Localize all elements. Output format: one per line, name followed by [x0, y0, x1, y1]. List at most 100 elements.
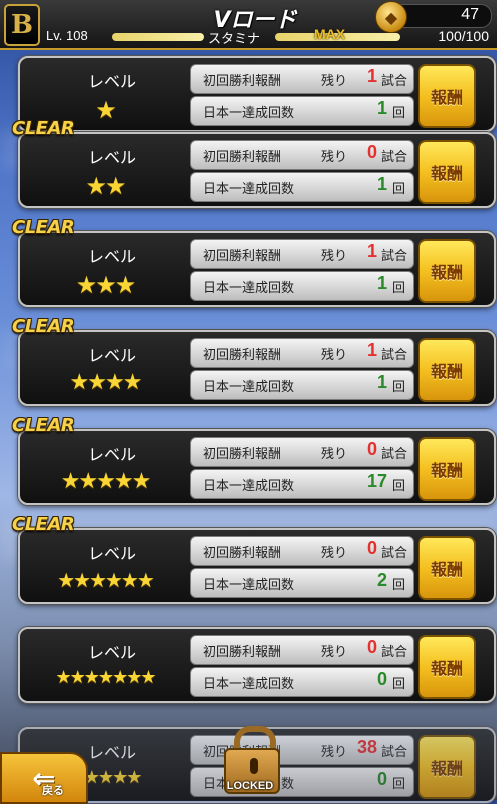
- clear-badge: CLEAR: [12, 118, 75, 139]
- team-logo: B: [4, 4, 40, 46]
- games-unit: 試合: [380, 249, 407, 264]
- stamina-value: 100/100: [438, 28, 489, 44]
- achievement-count: 0: [376, 769, 387, 789]
- remaining-games: 0: [366, 439, 377, 459]
- japan-champ-label: 日本一達成回数: [203, 578, 295, 593]
- first-win-reward-row: 初回勝利報酬 残り 0 試合: [190, 635, 414, 665]
- reward-button[interactable]: 報酬: [418, 64, 476, 128]
- remaining-label: 残り: [321, 150, 348, 165]
- player-level: Lv. 108: [46, 28, 88, 43]
- japan-champ-label: 日本一達成回数: [203, 106, 295, 121]
- remaining-label: 残り: [321, 447, 348, 462]
- locked-label: LOCKED: [226, 780, 274, 792]
- level-label: レベル: [88, 247, 137, 266]
- reward-button[interactable]: 報酬: [418, 338, 476, 402]
- japan-champ-row: 日本一達成回数 1 回: [190, 96, 414, 126]
- first-win-reward-row: 初回勝利報酬 残り 1 試合: [190, 338, 414, 368]
- achievement-count: 0: [376, 669, 387, 689]
- back-button[interactable]: ⇐ 戻る: [0, 752, 88, 804]
- level-label: レベル: [88, 72, 137, 91]
- stamina-max-label: MAX: [314, 26, 346, 42]
- coin-counter[interactable]: ◆ 47: [375, 1, 492, 33]
- level-label: レベル: [88, 643, 137, 662]
- lock-icon: LOCKED: [218, 726, 282, 800]
- achievement-count: 1: [376, 174, 387, 194]
- level-card: レベル ★ 初回勝利報酬 残り 1 試合 日本一達成回数 1 回 報酬: [18, 56, 496, 132]
- games-unit: 試合: [380, 546, 407, 561]
- difficulty-stars: ★★: [85, 172, 126, 200]
- games-unit: 試合: [380, 645, 407, 660]
- top-status-bar: B Vロード ◆ 47 Lv. 108 スタミナ MAX 100/100: [0, 0, 497, 50]
- reward-button[interactable]: 報酬: [418, 437, 476, 501]
- remaining-label: 残り: [321, 745, 348, 760]
- first-win-reward-label: 初回勝利報酬: [203, 249, 282, 264]
- remaining-games: 0: [366, 538, 377, 558]
- back-label: 戻る: [42, 784, 64, 797]
- first-win-reward-row: 初回勝利報酬 残り 0 試合: [190, 536, 414, 566]
- japan-champ-row: 日本一達成回数 0 回: [190, 667, 414, 697]
- first-win-reward-row: 初回勝利報酬 残り 0 試合: [190, 437, 414, 467]
- first-win-reward-label: 初回勝利報酬: [203, 348, 282, 363]
- level-card: CLEAR レベル ★★★ 初回勝利報酬 残り 1 試合 日本一達成回数 1 回…: [12, 217, 496, 307]
- times-unit: 回: [391, 281, 405, 296]
- reward-button[interactable]: 報酬: [418, 635, 476, 699]
- times-unit: 回: [391, 578, 405, 593]
- achievement-count: 1: [376, 98, 387, 118]
- japan-champ-label: 日本一達成回数: [203, 182, 295, 197]
- times-unit: 回: [391, 479, 405, 494]
- level-card: CLEAR レベル ★★★★★ 初回勝利報酬 残り 0 試合 日本一達成回数 1…: [12, 415, 496, 505]
- clear-badge: CLEAR: [12, 415, 75, 436]
- remaining-games: 1: [366, 241, 377, 261]
- remaining-label: 残り: [321, 645, 348, 660]
- first-win-reward-row: 初回勝利報酬 残り 0 試合: [190, 140, 414, 170]
- level-label: レベル: [88, 544, 137, 563]
- games-unit: 試合: [380, 348, 407, 363]
- times-unit: 回: [391, 182, 405, 197]
- reward-button[interactable]: 報酬: [418, 239, 476, 303]
- level-label: レベル: [88, 743, 137, 762]
- level-card: CLEAR レベル ★★ 初回勝利報酬 残り 0 試合 日本一達成回数 1 回 …: [12, 118, 496, 208]
- japan-champ-row: 日本一達成回数 2 回: [190, 568, 414, 598]
- japan-champ-label: 日本一達成回数: [203, 677, 295, 692]
- japan-champ-row: 日本一達成回数 1 回: [190, 370, 414, 400]
- achievement-count: 1: [376, 273, 387, 293]
- remaining-games: 1: [366, 340, 377, 360]
- first-win-reward-row: 初回勝利報酬 残り 1 試合: [190, 239, 414, 269]
- level-card: CLEAR レベル ★★★★★★ 初回勝利報酬 残り 0 試合 日本一達成回数 …: [12, 514, 496, 604]
- level-label: レベル: [88, 445, 137, 464]
- remaining-games: 0: [366, 637, 377, 657]
- reward-button[interactable]: 報酬: [418, 735, 476, 799]
- times-unit: 回: [391, 777, 405, 792]
- games-unit: 試合: [380, 447, 407, 462]
- first-win-reward-label: 初回勝利報酬: [203, 74, 282, 89]
- remaining-label: 残り: [321, 74, 348, 89]
- japan-champ-label: 日本一達成回数: [203, 479, 295, 494]
- times-unit: 回: [391, 380, 405, 395]
- japan-champ-row: 日本一達成回数 17 回: [190, 469, 414, 499]
- difficulty-stars: ★★★★★★: [57, 568, 155, 592]
- first-win-reward-label: 初回勝利報酬: [203, 645, 282, 660]
- achievement-count: 17: [366, 471, 387, 491]
- level-progress-fill: [112, 33, 204, 41]
- reward-button[interactable]: 報酬: [418, 536, 476, 600]
- japan-champ-row: 日本一達成回数 1 回: [190, 172, 414, 202]
- times-unit: 回: [391, 106, 405, 121]
- times-unit: 回: [391, 677, 405, 692]
- remaining-label: 残り: [321, 249, 348, 264]
- games-unit: 試合: [380, 150, 407, 165]
- remaining-label: 残り: [321, 546, 348, 561]
- clear-badge: CLEAR: [12, 217, 75, 238]
- clear-badge: CLEAR: [12, 514, 75, 535]
- difficulty-stars: ★★★★: [69, 370, 143, 395]
- first-win-reward-label: 初回勝利報酬: [203, 546, 282, 561]
- difficulty-stars: ★★★: [75, 271, 137, 299]
- level-label: レベル: [88, 148, 137, 167]
- stamina-label: スタミナ: [208, 32, 261, 47]
- achievement-count: 2: [376, 570, 387, 590]
- japan-champ-row: 日本一達成回数 1 回: [190, 271, 414, 301]
- games-unit: 試合: [380, 745, 407, 760]
- level-label: レベル: [88, 346, 137, 365]
- reward-button[interactable]: 報酬: [418, 140, 476, 204]
- remaining-games: 38: [356, 737, 377, 757]
- achievement-count: 1: [376, 372, 387, 392]
